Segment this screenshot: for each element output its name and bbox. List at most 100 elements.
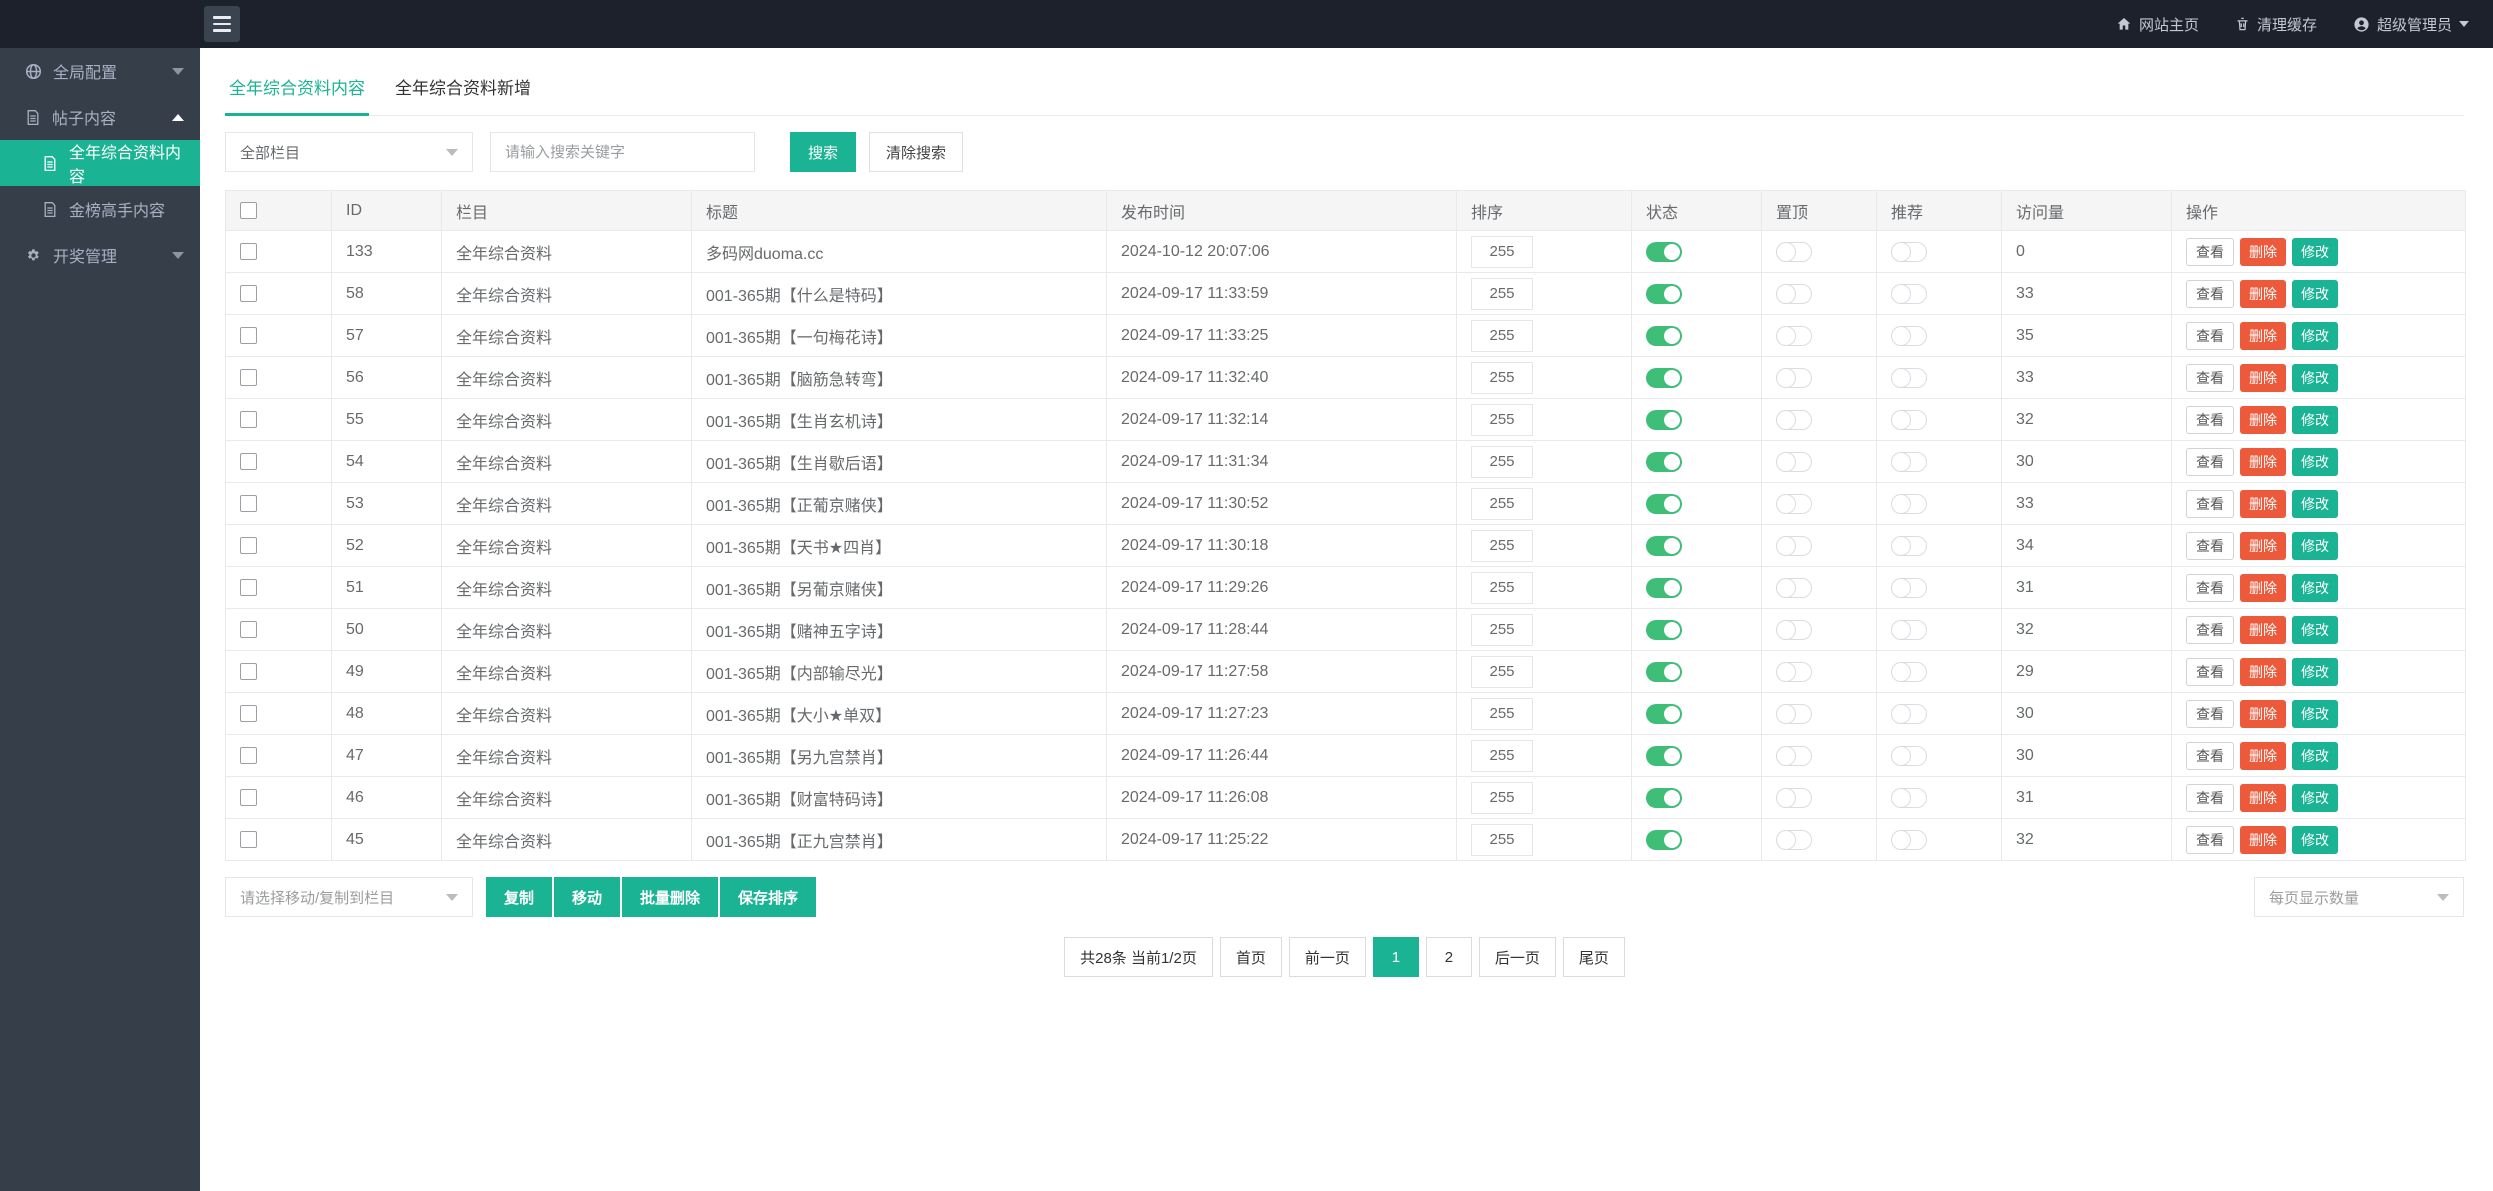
top-toggle[interactable] [1776, 788, 1812, 808]
pagination-first[interactable]: 首页 [1220, 937, 1282, 977]
edit-button[interactable]: 修改 [2292, 658, 2338, 686]
top-toggle[interactable] [1776, 578, 1812, 598]
status-toggle[interactable] [1646, 746, 1682, 766]
top-toggle[interactable] [1776, 830, 1812, 850]
row-checkbox[interactable] [240, 369, 257, 386]
row-checkbox[interactable] [240, 789, 257, 806]
recommend-toggle[interactable] [1891, 704, 1927, 724]
per-page-select[interactable]: 每页显示数量 [2254, 877, 2464, 917]
delete-button[interactable]: 删除 [2240, 616, 2286, 644]
row-checkbox[interactable] [240, 243, 257, 260]
row-checkbox[interactable] [240, 411, 257, 428]
sort-input[interactable] [1471, 446, 1533, 478]
view-button[interactable]: 查看 [2186, 658, 2234, 686]
tab-annual-content[interactable]: 全年综合资料内容 [225, 74, 369, 116]
edit-button[interactable]: 修改 [2292, 532, 2338, 560]
recommend-toggle[interactable] [1891, 578, 1927, 598]
delete-button[interactable]: 删除 [2240, 784, 2286, 812]
recommend-toggle[interactable] [1891, 746, 1927, 766]
edit-button[interactable]: 修改 [2292, 742, 2338, 770]
status-toggle[interactable] [1646, 368, 1682, 388]
status-toggle[interactable] [1646, 494, 1682, 514]
top-toggle[interactable] [1776, 242, 1812, 262]
edit-button[interactable]: 修改 [2292, 490, 2338, 518]
status-toggle[interactable] [1646, 452, 1682, 472]
status-toggle[interactable] [1646, 704, 1682, 724]
top-toggle[interactable] [1776, 284, 1812, 304]
delete-button[interactable]: 删除 [2240, 322, 2286, 350]
search-button[interactable]: 搜索 [790, 132, 856, 172]
tab-annual-content-add[interactable]: 全年综合资料新增 [391, 74, 535, 116]
clear-cache-link[interactable]: 清理缓存 [2235, 14, 2317, 35]
row-checkbox[interactable] [240, 831, 257, 848]
top-toggle[interactable] [1776, 662, 1812, 682]
view-button[interactable]: 查看 [2186, 238, 2234, 266]
edit-button[interactable]: 修改 [2292, 784, 2338, 812]
sidebar-item-post-content[interactable]: 帖子内容 [0, 94, 200, 140]
recommend-toggle[interactable] [1891, 494, 1927, 514]
sort-input[interactable] [1471, 824, 1533, 856]
pagination-prev[interactable]: 前一页 [1289, 937, 1366, 977]
category-select[interactable]: 全部栏目 [225, 132, 473, 172]
view-button[interactable]: 查看 [2186, 700, 2234, 728]
view-button[interactable]: 查看 [2186, 742, 2234, 770]
move-copy-select[interactable]: 请选择移动/复制到栏目 [225, 877, 473, 917]
status-toggle[interactable] [1646, 578, 1682, 598]
edit-button[interactable]: 修改 [2292, 448, 2338, 476]
sort-input[interactable] [1471, 236, 1533, 268]
status-toggle[interactable] [1646, 410, 1682, 430]
status-toggle[interactable] [1646, 662, 1682, 682]
view-button[interactable]: 查看 [2186, 784, 2234, 812]
search-input[interactable] [490, 132, 755, 172]
delete-button[interactable]: 删除 [2240, 574, 2286, 602]
row-checkbox[interactable] [240, 495, 257, 512]
recommend-toggle[interactable] [1891, 284, 1927, 304]
view-button[interactable]: 查看 [2186, 280, 2234, 308]
select-all-checkbox[interactable] [240, 202, 257, 219]
sidebar-item-annual-content[interactable]: 全年综合资料内容 [0, 140, 200, 186]
recommend-toggle[interactable] [1891, 788, 1927, 808]
sort-input[interactable] [1471, 656, 1533, 688]
status-toggle[interactable] [1646, 242, 1682, 262]
status-toggle[interactable] [1646, 830, 1682, 850]
row-checkbox[interactable] [240, 705, 257, 722]
sort-input[interactable] [1471, 488, 1533, 520]
site-home-link[interactable]: 网站主页 [2116, 14, 2199, 35]
view-button[interactable]: 查看 [2186, 574, 2234, 602]
recommend-toggle[interactable] [1891, 242, 1927, 262]
row-checkbox[interactable] [240, 663, 257, 680]
edit-button[interactable]: 修改 [2292, 322, 2338, 350]
view-button[interactable]: 查看 [2186, 322, 2234, 350]
sort-input[interactable] [1471, 530, 1533, 562]
status-toggle[interactable] [1646, 326, 1682, 346]
pagination-page[interactable]: 2 [1426, 937, 1472, 977]
row-checkbox[interactable] [240, 327, 257, 344]
edit-button[interactable]: 修改 [2292, 238, 2338, 266]
top-toggle[interactable] [1776, 452, 1812, 472]
sidebar-item-lottery-management[interactable]: 开奖管理 [0, 232, 200, 278]
pagination-next[interactable]: 后一页 [1479, 937, 1556, 977]
clear-search-button[interactable]: 清除搜索 [869, 132, 963, 172]
row-checkbox[interactable] [240, 579, 257, 596]
status-toggle[interactable] [1646, 788, 1682, 808]
top-toggle[interactable] [1776, 746, 1812, 766]
recommend-toggle[interactable] [1891, 830, 1927, 850]
top-toggle[interactable] [1776, 536, 1812, 556]
recommend-toggle[interactable] [1891, 536, 1927, 556]
pagination-page[interactable]: 1 [1373, 937, 1419, 977]
delete-button[interactable]: 删除 [2240, 238, 2286, 266]
sort-input[interactable] [1471, 572, 1533, 604]
move-button[interactable]: 移动 [554, 877, 620, 917]
top-toggle[interactable] [1776, 410, 1812, 430]
top-toggle[interactable] [1776, 326, 1812, 346]
delete-button[interactable]: 删除 [2240, 700, 2286, 728]
recommend-toggle[interactable] [1891, 662, 1927, 682]
pagination-last[interactable]: 尾页 [1563, 937, 1625, 977]
delete-button[interactable]: 删除 [2240, 364, 2286, 392]
delete-button[interactable]: 删除 [2240, 406, 2286, 434]
row-checkbox[interactable] [240, 621, 257, 638]
top-toggle[interactable] [1776, 620, 1812, 640]
view-button[interactable]: 查看 [2186, 532, 2234, 560]
view-button[interactable]: 查看 [2186, 448, 2234, 476]
sort-input[interactable] [1471, 614, 1533, 646]
